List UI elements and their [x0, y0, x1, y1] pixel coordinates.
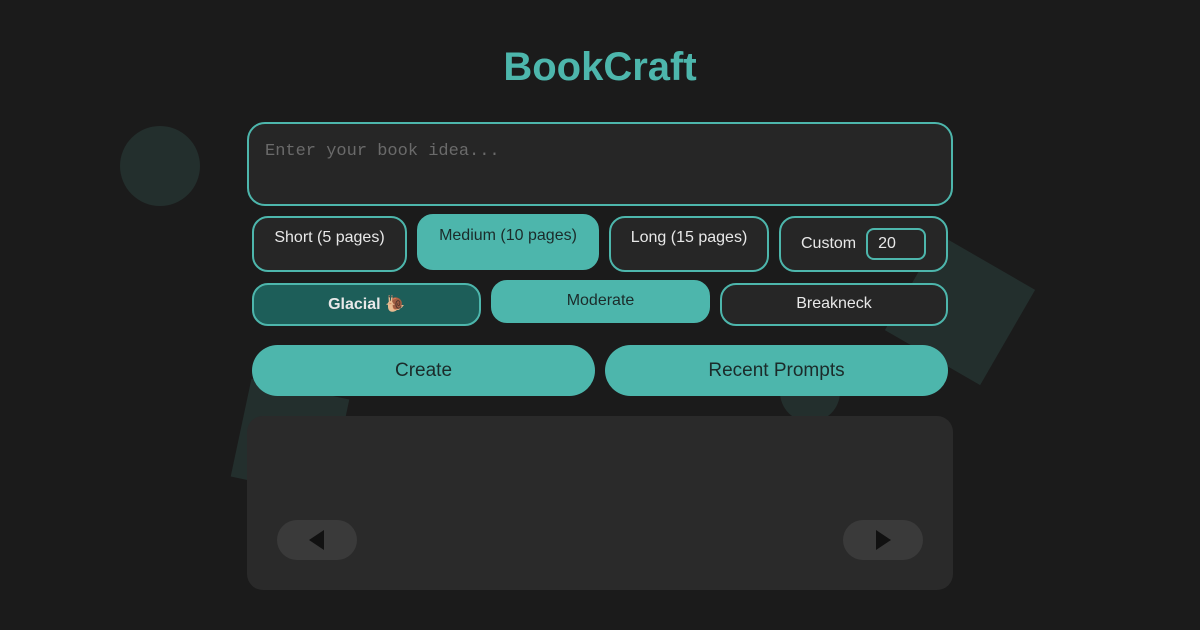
length-long-button[interactable]: Long (15 pages): [609, 216, 769, 272]
decorative-circle: [120, 126, 200, 206]
speed-glacial-label: Glacial 🐌: [328, 296, 405, 313]
triangle-right-icon: [876, 530, 891, 550]
create-button[interactable]: Create: [252, 345, 595, 396]
length-custom-label: Custom: [801, 235, 857, 252]
custom-pages-input[interactable]: [866, 228, 927, 260]
next-page-button[interactable]: [843, 520, 923, 560]
speed-glacial-button[interactable]: Glacial 🐌: [252, 282, 481, 326]
speed-moderate-label: Moderate: [566, 292, 635, 309]
length-medium-button[interactable]: Medium (10 pages): [417, 214, 599, 270]
length-custom-option[interactable]: Custom: [779, 216, 948, 272]
length-short-label: Short (5 pages): [274, 229, 385, 246]
length-short-button[interactable]: Short (5 pages): [252, 216, 407, 272]
length-long-label: Long (15 pages): [630, 229, 748, 246]
speed-moderate-button[interactable]: Moderate: [491, 279, 710, 323]
recent-prompts-button[interactable]: Recent Prompts: [605, 345, 948, 396]
length-medium-label: Medium (10 pages): [439, 227, 577, 244]
previous-page-button[interactable]: [277, 520, 357, 560]
length-options: Short (5 pages) Medium (10 pages) Long (…: [252, 214, 948, 272]
speed-breakneck-label: Breakneck: [796, 295, 872, 312]
triangle-left-icon: [309, 530, 324, 550]
book-idea-input[interactable]: [247, 122, 953, 206]
speed-breakneck-button[interactable]: Breakneck: [720, 282, 948, 326]
app-title: BookCraft: [503, 45, 697, 89]
speed-options: Glacial 🐌 Moderate Breakneck: [252, 279, 948, 326]
book-output-panel: [247, 416, 953, 590]
action-buttons: Create Recent Prompts: [252, 345, 948, 396]
app-root: BookCraft Short (5 pages) Medium (10 pag…: [0, 0, 1200, 630]
